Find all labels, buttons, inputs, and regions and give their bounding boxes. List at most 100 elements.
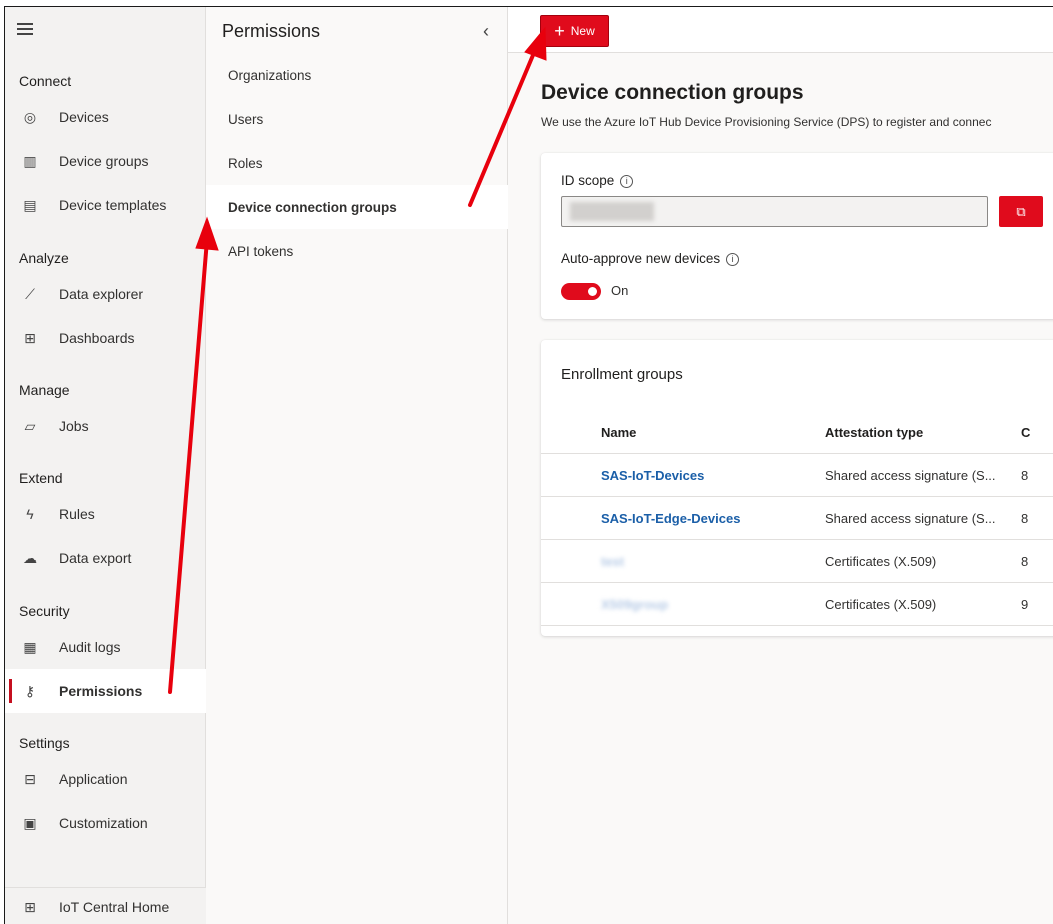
cell-name: SAS-IoT-Devices <box>601 454 704 496</box>
devices-icon: ◎ <box>23 108 37 125</box>
nav-item-data-export[interactable]: ☁ Data export <box>5 536 206 580</box>
nav-item-audit-logs[interactable]: ▦ Audit logs <box>5 625 206 669</box>
cell-name: X509group <box>601 583 668 625</box>
copy-button[interactable]: ⧉ <box>999 196 1043 227</box>
enrollment-group-link[interactable]: SAS-IoT-Edge-Devices <box>601 511 740 526</box>
nav-item-device-templates[interactable]: ▤ Device templates <box>5 183 206 227</box>
cell-name: test <box>601 540 624 582</box>
table-row[interactable]: SAS-IoT-Devices Shared access signature (… <box>541 454 1053 497</box>
nav-item-label: Customization <box>59 815 148 831</box>
subnav-item-users[interactable]: Users <box>206 97 508 141</box>
subnav-item-organizations[interactable]: Organizations <box>206 53 508 97</box>
nav-section-extend: Extend <box>19 470 63 486</box>
id-scope-redacted-value <box>570 202 654 221</box>
auto-approve-label-text: Auto-approve new devices <box>561 251 721 266</box>
page-title: Device connection groups <box>541 81 804 104</box>
plus-icon: + <box>554 21 565 41</box>
enrollment-groups-title: Enrollment groups <box>561 366 683 383</box>
cell-attestation-type: Certificates (X.509) <box>825 553 937 569</box>
id-scope-label-text: ID scope <box>561 173 615 188</box>
column-header-name[interactable]: Name <box>601 412 636 453</box>
page-description: We use the Azure IoT Hub Device Provisio… <box>541 115 992 129</box>
info-icon[interactable]: i <box>620 175 634 188</box>
nav-section-analyze: Analyze <box>19 250 69 266</box>
nav-section-connect: Connect <box>19 73 72 89</box>
cell-truncated: 8 <box>1021 467 1029 483</box>
enrollment-groups-card: Enrollment groups Name Attestation type … <box>541 340 1053 636</box>
device-groups-icon: ▥ <box>23 152 37 169</box>
data-explorer-icon: ⟋ <box>25 285 35 302</box>
rules-icon: ϟ <box>26 506 34 522</box>
enrollment-group-link[interactable]: X509group <box>601 597 668 612</box>
application-icon: ⊟ <box>24 770 36 787</box>
auto-approve-toggle[interactable] <box>561 283 601 300</box>
nav-item-label: IoT Central Home <box>59 899 170 915</box>
nav-item-rules[interactable]: ϟ Rules <box>5 492 206 536</box>
nav-item-permissions[interactable]: ⚷ Permissions <box>5 669 206 713</box>
permissions-icon: ⚷ <box>24 682 36 699</box>
nav-item-label: Application <box>59 771 128 787</box>
table-header: Name Attestation type C <box>541 412 1053 454</box>
cell-attestation-type: Shared access signature (S... <box>825 510 996 526</box>
nav-item-iot-central-home[interactable]: ⊞ IoT Central Home <box>5 888 206 924</box>
nav-item-label: Jobs <box>59 418 89 434</box>
nav-section-security: Security <box>19 603 70 619</box>
main-content: + New Device connection groups We use th… <box>508 7 1053 924</box>
hamburger-menu-icon[interactable] <box>17 23 33 35</box>
info-icon[interactable]: i <box>726 253 740 266</box>
dps-settings-card: ID scope i ⧉ Auto-approve new devices i On <box>541 153 1053 319</box>
command-bar: + New <box>508 7 1053 53</box>
nav-item-data-explorer[interactable]: ⟋ Data explorer <box>5 272 206 316</box>
nav-item-label: Data export <box>59 550 132 566</box>
nav-item-label: Dashboards <box>59 330 135 346</box>
permissions-subnav: Permissions ‹ Organizations Users Roles Dev… <box>206 7 508 924</box>
subnav-item-device-connection-groups[interactable]: Device connection groups <box>206 185 508 229</box>
nav-item-label: Device groups <box>59 153 149 169</box>
cell-truncated: 8 <box>1021 510 1029 526</box>
app-window: ⊞ IoT Central Home Connect ◎ Devices ▥ Devic… <box>4 6 1053 924</box>
nav-item-devices[interactable]: ◎ Devices <box>5 95 206 139</box>
nav-item-label: Data explorer <box>59 286 144 302</box>
table-row[interactable]: test Certificates (X.509) 8 <box>541 540 1053 583</box>
enrollment-group-link[interactable]: test <box>601 554 624 569</box>
subnav-title: Permissions <box>222 21 321 41</box>
home-icon: ⊞ <box>24 898 36 915</box>
nav-item-label: Permissions <box>59 683 143 699</box>
copy-icon: ⧉ <box>1016 203 1026 219</box>
subnav-item-api-tokens[interactable]: API tokens <box>206 229 508 273</box>
nav-section-manage: Manage <box>19 382 70 398</box>
data-export-icon: ☁ <box>23 549 37 566</box>
customization-icon: ▣ <box>23 814 37 831</box>
enrollment-group-link[interactable]: SAS-IoT-Devices <box>601 468 704 483</box>
nav-item-label: Devices <box>59 109 109 125</box>
table-row[interactable]: X509group Certificates (X.509) 9 <box>541 583 1053 626</box>
id-scope-label: ID scope i <box>561 173 634 188</box>
collapse-chevron-left-icon[interactable]: ‹ <box>483 21 489 42</box>
column-header-attestation-type[interactable]: Attestation type <box>825 412 923 453</box>
cell-attestation-type: Certificates (X.509) <box>825 596 937 612</box>
nav-item-device-groups[interactable]: ▥ Device groups <box>5 139 206 183</box>
subnav-item-roles[interactable]: Roles <box>206 141 508 185</box>
nav-item-customization[interactable]: ▣ Customization <box>5 801 206 845</box>
cell-truncated: 8 <box>1021 553 1029 569</box>
cell-name: SAS-IoT-Edge-Devices <box>601 497 740 539</box>
cell-attestation-type: Shared access signature (S... <box>825 467 996 483</box>
nav-item-label: Device templates <box>59 197 167 213</box>
cell-truncated: 9 <box>1021 596 1029 612</box>
nav-item-label: Rules <box>59 506 95 522</box>
id-scope-field[interactable] <box>561 196 988 227</box>
toggle-state-label: On <box>611 283 629 298</box>
column-header-truncated[interactable]: C <box>1021 412 1030 453</box>
nav-item-jobs[interactable]: ▱ Jobs <box>5 404 206 448</box>
new-button[interactable]: + New <box>540 15 609 47</box>
jobs-icon: ▱ <box>24 417 36 434</box>
nav-item-dashboards[interactable]: ⊞ Dashboards <box>5 316 206 360</box>
dashboards-icon: ⊞ <box>24 329 36 346</box>
table-row[interactable]: SAS-IoT-Edge-Devices Shared access signat… <box>541 497 1053 540</box>
nav-section-settings: Settings <box>19 735 70 751</box>
auto-approve-label: Auto-approve new devices i <box>561 251 740 266</box>
left-nav: ⊞ IoT Central Home Connect ◎ Devices ▥ Devic… <box>5 7 206 924</box>
new-button-label: New <box>570 24 595 38</box>
nav-item-application[interactable]: ⊟ Application <box>5 757 206 801</box>
audit-logs-icon: ▦ <box>23 638 37 655</box>
